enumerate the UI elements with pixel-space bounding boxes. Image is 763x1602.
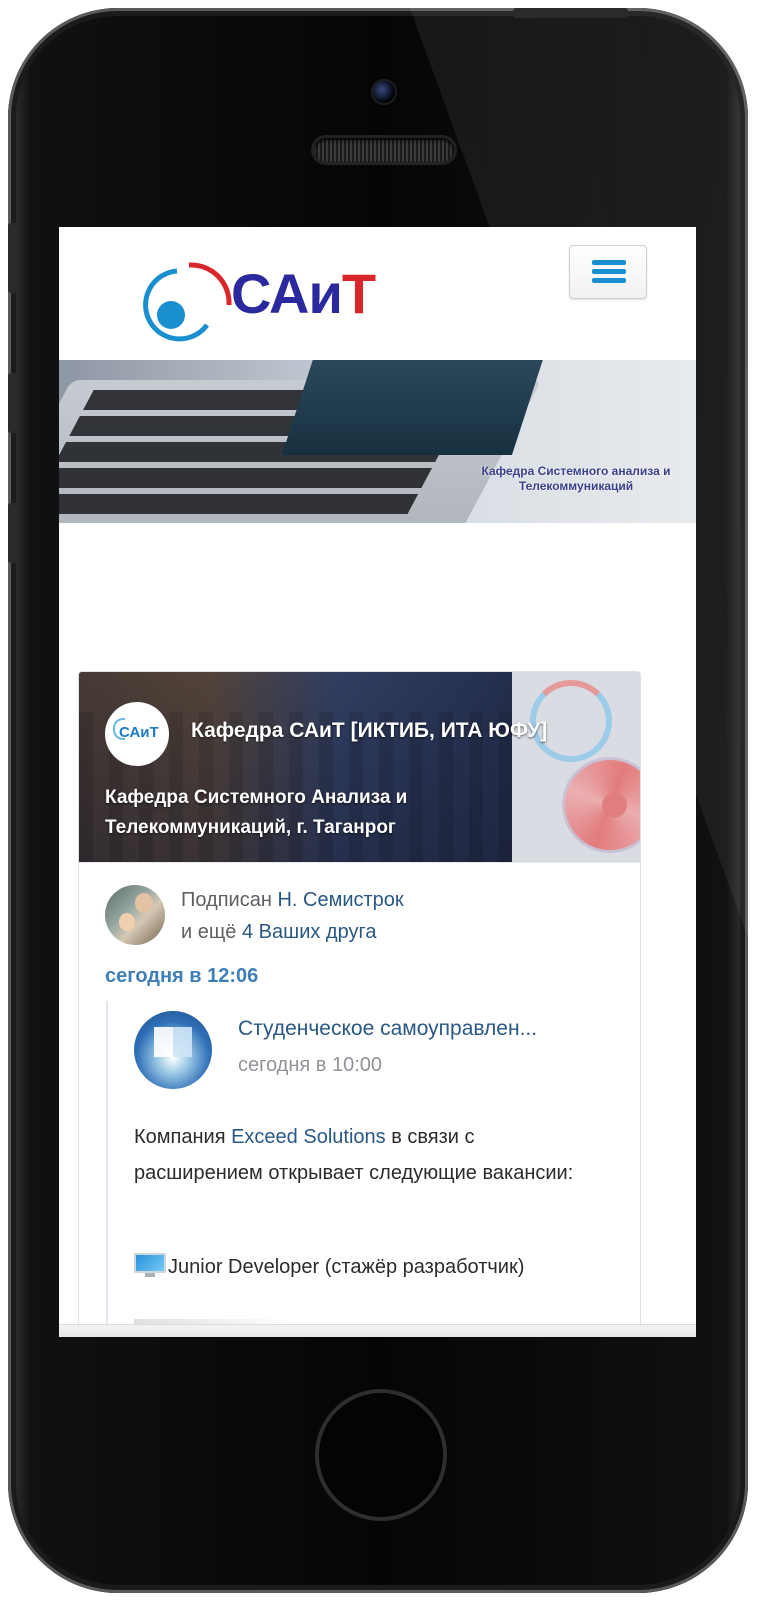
earpiece-speaker xyxy=(314,138,454,162)
subscribed-prefix: Подписан xyxy=(181,889,278,911)
university-emblem-icon xyxy=(562,757,640,853)
logo-text: САиТ xyxy=(231,262,376,325)
vacancy-line: Junior Developer (стажёр разработчик) xyxy=(134,1253,614,1279)
friend-avatar-face xyxy=(119,913,135,931)
source-group-name[interactable]: Студенческое самоуправлен... xyxy=(238,1017,618,1041)
source-post-time[interactable]: сегодня в 10:00 xyxy=(238,1054,382,1077)
avatar-text: САиТ xyxy=(119,724,159,741)
friend-name-link[interactable]: Н. Семистрок xyxy=(277,889,403,911)
group-title[interactable]: Кафедра САиТ [ИКТИБ, ИТА ЮФУ] xyxy=(191,719,547,743)
hamburger-icon-bar xyxy=(592,269,626,274)
hamburger-icon xyxy=(592,260,626,265)
mute-switch xyxy=(8,223,18,293)
header-banner: Кафедра Системного анализа и Телекоммуни… xyxy=(59,360,696,523)
friends-count-link[interactable]: 4 Ваших друга xyxy=(242,921,376,943)
menu-button[interactable] xyxy=(569,245,647,299)
post-text-prefix: Компания xyxy=(134,1126,232,1148)
friend-avatar[interactable] xyxy=(105,885,165,945)
company-link[interactable]: Exceed Solutions xyxy=(231,1126,386,1148)
repost-block: Студенческое самоуправлен... сегодня в 1… xyxy=(106,1001,638,1333)
friend-avatar-face xyxy=(135,893,153,913)
volume-down-button xyxy=(8,503,18,563)
laptop-screen xyxy=(281,360,547,455)
post-timestamp[interactable]: сегодня в 12:06 xyxy=(105,965,258,988)
group-description: Кафедра Системного Анализа и Телекоммуни… xyxy=(105,787,408,838)
widget-cover[interactable]: САиТ Кафедра САиТ [ИКТИБ, ИТА ЮФУ] Кафед… xyxy=(79,672,640,862)
source-group-avatar[interactable] xyxy=(134,1011,212,1089)
hamburger-icon-bar xyxy=(592,278,626,283)
cover-emblem-area xyxy=(512,672,640,862)
friends-line: и ещё 4 Ваших друга xyxy=(181,921,376,944)
vacancy-text: Junior Developer (стажёр разработчик) xyxy=(168,1256,525,1278)
screen-bottom-edge xyxy=(59,1324,696,1337)
friends-prefix: и ещё xyxy=(181,921,242,943)
group-avatar[interactable]: САиТ xyxy=(105,702,169,766)
vk-group-widget: САиТ Кафедра САиТ [ИКТИБ, ИТА ЮФУ] Кафед… xyxy=(78,671,641,1334)
book-icon xyxy=(154,1027,192,1057)
site-header: САиТ xyxy=(59,227,696,360)
home-button[interactable] xyxy=(319,1393,443,1517)
post-text: Компания Exceed Solutions в связи с расш… xyxy=(134,1119,574,1191)
volume-up-button xyxy=(8,373,18,433)
subscribed-line: Подписан Н. Семистрок xyxy=(181,889,404,912)
front-camera xyxy=(373,81,395,103)
power-button xyxy=(513,8,628,18)
banner-caption: Кафедра Системного анализа и Телекоммуни… xyxy=(481,464,671,493)
phone-screen: САиТ Кафедра Системного анализа и Телеко… xyxy=(59,227,696,1337)
desktop-computer-icon xyxy=(134,1253,166,1277)
subscribers-info: Подписан Н. Семистрок и ещё 4 Ваших друг… xyxy=(105,885,625,949)
site-logo[interactable]: САиТ xyxy=(137,253,397,343)
widget-body: Подписан Н. Семистрок и ещё 4 Ваших друг… xyxy=(79,862,640,1333)
